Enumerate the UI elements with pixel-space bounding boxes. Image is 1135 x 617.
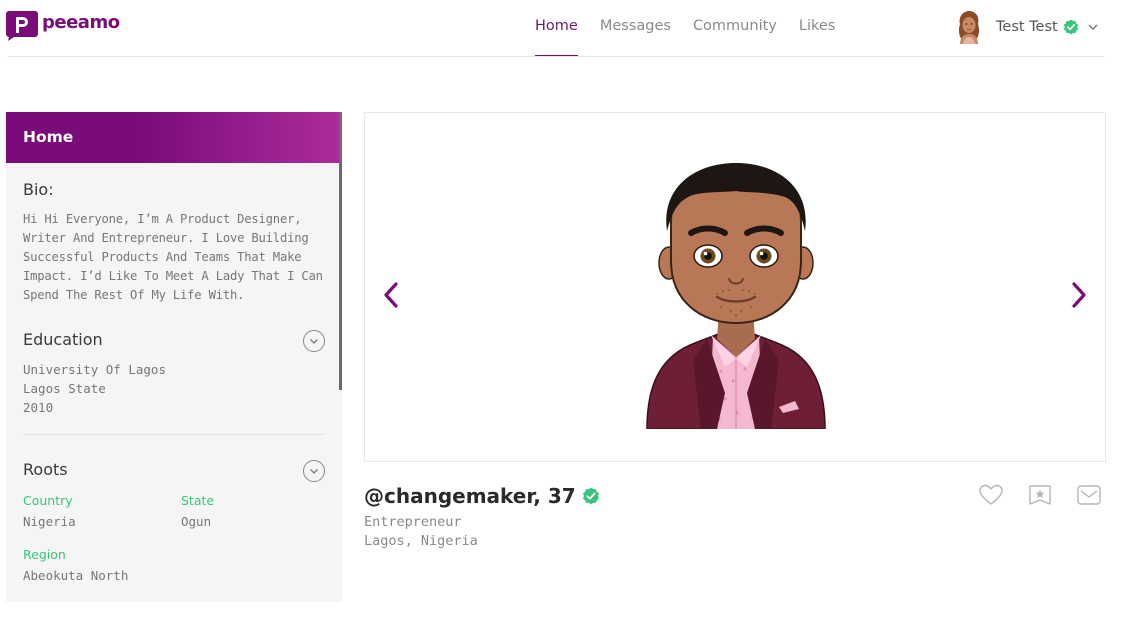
region-label: Region bbox=[23, 547, 66, 562]
bookmark-star-icon[interactable] bbox=[1027, 484, 1053, 506]
profile-occupation: Entrepreneur bbox=[364, 514, 462, 530]
chevron-down-icon bbox=[310, 469, 318, 474]
bio-text: Hi Hi Everyone, I’m A Product Designer, … bbox=[23, 212, 323, 302]
profile-photo bbox=[646, 163, 826, 429]
profile-location: Lagos, Nigeria bbox=[364, 533, 478, 549]
roots-title: Roots bbox=[23, 460, 68, 479]
photo-carousel bbox=[364, 112, 1106, 462]
nav-community[interactable]: Community bbox=[693, 0, 777, 57]
education-toggle-button[interactable] bbox=[303, 330, 325, 352]
education-details: University Of Lagos Lagos State 2010 bbox=[23, 360, 325, 417]
chevron-right-icon[interactable] bbox=[1069, 281, 1089, 309]
roots-toggle-button[interactable] bbox=[303, 460, 325, 482]
user-name: Test Test bbox=[996, 19, 1058, 35]
nav-likes[interactable]: Likes bbox=[799, 0, 835, 57]
user-avatar bbox=[958, 11, 980, 44]
state-value: Ogun bbox=[181, 514, 212, 529]
roots-section: Roots Country Nigeria State Ogun Region … bbox=[6, 460, 342, 583]
profile-info: @changemaker, 37 Entrepreneur Lagos, Nig… bbox=[364, 484, 600, 549]
brand-name: peeamo bbox=[42, 11, 120, 33]
profile-sidebar: Home Bio: Hi Hi Everyone, I’m A Product … bbox=[6, 112, 342, 602]
profile-actions bbox=[978, 484, 1125, 506]
logo-icon bbox=[6, 11, 38, 41]
nav-home[interactable]: Home bbox=[535, 0, 578, 57]
bio-title: Bio: bbox=[23, 180, 54, 199]
verified-icon bbox=[582, 487, 599, 505]
region-field: Region Abeokuta North bbox=[23, 547, 181, 583]
header-divider bbox=[7, 56, 1105, 57]
brand-logo[interactable]: peeamo bbox=[6, 9, 120, 41]
education-section: Education University Of Lagos Lagos Stat… bbox=[6, 330, 342, 417]
nav-messages[interactable]: Messages bbox=[600, 0, 671, 57]
bio-section: Bio: Hi Hi Everyone, I’m A Product Desig… bbox=[6, 163, 342, 305]
education-school: University Of Lagos bbox=[23, 362, 166, 377]
chevron-down-icon[interactable] bbox=[1088, 22, 1098, 32]
country-label: Country bbox=[23, 493, 73, 508]
region-value: Abeokuta North bbox=[23, 568, 129, 583]
top-header: peeamo Home Messages Community Likes Tes… bbox=[0, 0, 1135, 57]
verified-icon bbox=[1063, 19, 1078, 35]
sidebar-header: Home bbox=[6, 112, 342, 163]
sidebar-scrollbar[interactable] bbox=[339, 112, 342, 390]
education-year: 2010 bbox=[23, 400, 54, 415]
chevron-down-icon bbox=[310, 339, 318, 344]
main-nav: Home Messages Community Likes bbox=[535, 0, 857, 57]
state-field: State Ogun bbox=[181, 493, 301, 529]
country-value: Nigeria bbox=[23, 514, 76, 529]
user-menu[interactable]: Test Test bbox=[956, 10, 1098, 44]
heart-icon[interactable] bbox=[978, 484, 1004, 506]
section-divider bbox=[23, 434, 325, 435]
country-field: Country Nigeria bbox=[23, 493, 181, 529]
profile-name-row: @changemaker, 37 bbox=[364, 484, 600, 508]
education-state: Lagos State bbox=[23, 381, 106, 396]
roots-grid: Country Nigeria State Ogun Region Abeoku… bbox=[23, 493, 325, 583]
education-title: Education bbox=[23, 330, 103, 349]
mail-icon[interactable] bbox=[1076, 484, 1102, 506]
profile-name: @changemaker, 37 bbox=[364, 484, 576, 508]
state-label: State bbox=[181, 493, 215, 508]
chevron-left-icon[interactable] bbox=[381, 281, 401, 309]
